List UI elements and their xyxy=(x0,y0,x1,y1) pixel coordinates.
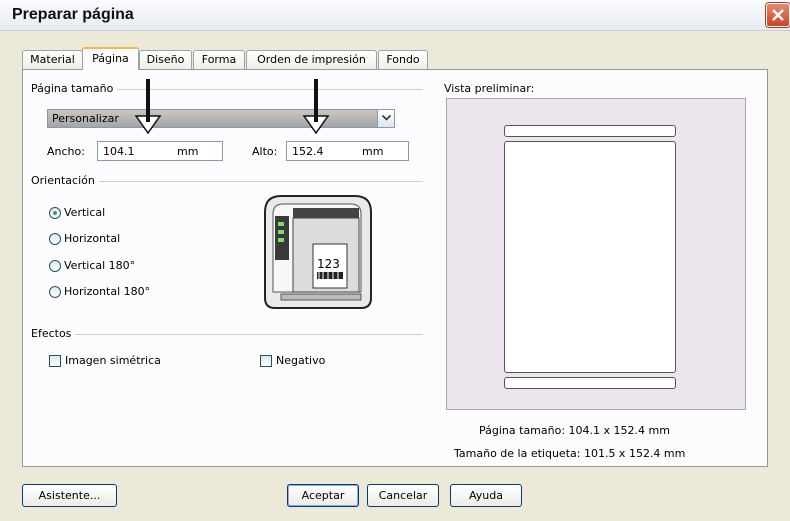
radio-vertical-button[interactable] xyxy=(49,207,61,219)
page-size-select[interactable]: Personalizar xyxy=(47,109,395,128)
chevron-down-icon xyxy=(382,115,391,121)
label-strip-top xyxy=(504,125,676,137)
mirror-image-box[interactable] xyxy=(49,355,61,367)
width-value: 104.1 xyxy=(103,145,135,158)
close-icon xyxy=(772,9,784,21)
radio-vertical-180-label: Vertical 180° xyxy=(64,259,136,272)
width-field[interactable]: 104.1 mm xyxy=(97,141,223,161)
printer-icon: 123 xyxy=(259,188,379,313)
tab-orden-impresion[interactable]: Orden de impresión xyxy=(246,50,377,69)
radio-vertical-label: Vertical xyxy=(64,206,106,219)
printer-label-text: 123 xyxy=(317,257,340,271)
ok-button[interactable]: Aceptar xyxy=(287,484,359,507)
radio-horizontal-label: Horizontal xyxy=(64,232,121,245)
tab-material[interactable]: Material xyxy=(22,50,83,69)
page-size-group-label: Página tamaño xyxy=(31,82,118,95)
preview-area xyxy=(446,98,746,410)
page-size-selected: Personalizar xyxy=(52,112,119,125)
radio-horizontal-button[interactable] xyxy=(49,233,61,245)
cancel-button[interactable]: Cancelar xyxy=(367,484,439,507)
height-field[interactable]: 152.4 mm xyxy=(286,141,409,161)
height-label: Alto: xyxy=(252,145,278,158)
radio-vertical-180-button[interactable] xyxy=(49,260,61,272)
window-title: Preparar página xyxy=(12,6,134,23)
title-bar: Preparar página xyxy=(0,0,790,31)
tab-pagina[interactable]: Página xyxy=(82,47,139,70)
arrow-down-icon xyxy=(134,79,162,135)
label-preview xyxy=(504,141,676,373)
radio-horizontal-180-label: Horizontal 180° xyxy=(64,285,151,298)
preview-label: Vista preliminar: xyxy=(444,82,535,95)
radio-horizontal-180-button[interactable] xyxy=(49,286,61,298)
width-unit: mm xyxy=(177,145,199,158)
arrow-down-icon xyxy=(302,79,330,135)
height-value: 152.4 xyxy=(292,145,324,158)
negative-label: Negativo xyxy=(276,354,326,367)
preview-label-size: Tamaño de la etiqueta: 101.5 x 152.4 mm xyxy=(454,447,686,460)
mirror-image-label: Imagen simétrica xyxy=(65,354,161,367)
negative-box[interactable] xyxy=(260,355,272,367)
close-button[interactable] xyxy=(766,3,790,27)
help-button[interactable]: Ayuda xyxy=(450,484,522,507)
tab-fondo[interactable]: Fondo xyxy=(378,50,428,69)
effects-divider xyxy=(33,334,423,335)
wizard-button[interactable]: Asistente... xyxy=(22,484,117,507)
page-panel: Página tamaño Personalizar Ancho: 104.1 … xyxy=(22,69,768,467)
orientation-group-label: Orientación xyxy=(31,174,99,187)
height-unit: mm xyxy=(362,145,384,158)
label-strip-bottom xyxy=(504,377,676,389)
width-label: Ancho: xyxy=(47,145,85,158)
preview-page-size: Página tamaño: 104.1 x 152.4 mm xyxy=(479,424,670,437)
page-size-dropdown-button[interactable] xyxy=(377,110,394,127)
tab-diseno[interactable]: Diseño xyxy=(139,50,192,69)
tab-forma[interactable]: Forma xyxy=(193,50,245,69)
effects-group-label: Efectos xyxy=(31,327,76,340)
